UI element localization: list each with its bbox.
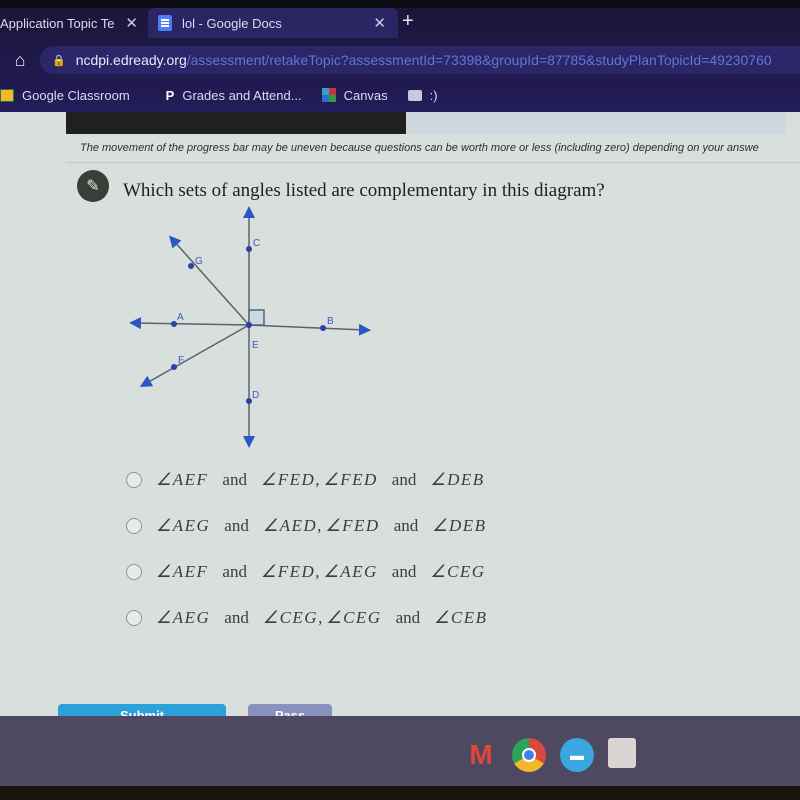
bookmark-label: Grades and Attend... (182, 87, 302, 103)
point-f (171, 364, 177, 370)
angle: ∠CEB (434, 608, 488, 627)
bookmark-google-classroom[interactable]: Google Classroom (0, 88, 130, 103)
angle: ∠AEG (156, 608, 211, 627)
angle: ∠FED (323, 470, 378, 489)
angle: ∠DEB (430, 470, 485, 489)
gmail-icon[interactable]: M (464, 738, 498, 772)
point-e (246, 322, 252, 328)
folder-icon (407, 89, 422, 101)
tab-application-topic[interactable]: Application Topic Te ✕ (0, 8, 150, 38)
chrome-icon[interactable] (512, 738, 546, 772)
angle: ∠AED (262, 516, 318, 535)
angle: ∠FED (260, 562, 316, 581)
label-e: E (252, 340, 259, 351)
question-text: Which sets of angles listed are compleme… (123, 180, 605, 201)
answer-choices: ∠AEF and ∠FED , ∠FED and ∠DEB ∠AEG and ∠… (126, 457, 488, 641)
powerschool-icon: P (165, 87, 175, 103)
address-row: ⌂ 🔒 ncdpi.edready.org /assessment/retake… (0, 44, 800, 76)
and-word: and (224, 608, 249, 627)
comma: , (317, 516, 322, 535)
classroom-icon (0, 88, 14, 102)
radio-button[interactable] (126, 518, 142, 534)
close-tab-icon[interactable]: ✕ (373, 14, 386, 32)
angle: ∠CEG (326, 608, 382, 627)
angle: ∠CEG (430, 562, 486, 581)
and-word: and (222, 470, 247, 489)
radio-button[interactable] (126, 472, 142, 488)
answer-choice[interactable]: ∠AEF and ∠FED , ∠FED and ∠DEB (126, 457, 488, 503)
label-d: D (252, 390, 259, 401)
ray-ea (129, 317, 250, 330)
canvas-icon (321, 88, 336, 102)
label-c: C (253, 238, 260, 249)
point-b (320, 325, 326, 331)
answer-choice[interactable]: ∠AEG and ∠AED , ∠FED and ∠DEB (126, 503, 488, 549)
radio-button[interactable] (126, 564, 142, 580)
progress-bar (66, 112, 406, 134)
angle: ∠AEF (156, 470, 209, 489)
tab-title: lol - Google Docs (182, 15, 282, 31)
answer-choice[interactable]: ∠AEG and ∠CEG , ∠CEG and ∠CEB (126, 595, 488, 641)
and-word: and (222, 562, 247, 581)
label-g: G (195, 256, 203, 267)
pencil-icon: ✎ (77, 170, 109, 202)
url-host: ncdpi.edready.org (75, 52, 187, 68)
url-path: /assessment/retakeTopic?assessmentId=733… (186, 52, 772, 68)
bookmarks-bar: Google Classroom P Grades and Attend... … (0, 82, 800, 108)
bookmark-label: Canvas (343, 87, 388, 103)
and-word: and (224, 516, 249, 535)
radio-button[interactable] (126, 610, 142, 626)
progress-bar-remaining (406, 112, 786, 134)
point-g (188, 263, 194, 269)
screen-bezel-bottom (0, 786, 800, 800)
google-docs-icon (158, 15, 172, 31)
bookmark-label: :) (429, 87, 438, 103)
chromeos-shelf: M ▬ (0, 716, 800, 786)
comma: , (315, 562, 320, 581)
progress-notice: The movement of the progress bar may be … (80, 142, 759, 154)
label-f: F (178, 355, 184, 366)
answer-choice[interactable]: ∠AEF and ∠FED , ∠AEG and ∠CEG (126, 549, 488, 595)
ray-eb (248, 323, 371, 336)
bookmark-folder[interactable]: :) (407, 87, 438, 103)
angle: ∠CEG (262, 608, 319, 627)
divider (66, 162, 800, 163)
launcher-icon[interactable] (608, 738, 636, 768)
comma: , (315, 470, 320, 489)
bookmark-label: Google Classroom (22, 87, 130, 103)
and-word: and (395, 608, 421, 627)
home-icon[interactable]: ⌂ (0, 50, 40, 71)
screen-bezel (0, 0, 800, 8)
ray-eg (169, 235, 250, 326)
angle: ∠AEG (156, 516, 211, 535)
comma: , (318, 608, 323, 627)
browser-chrome: Application Topic Te ✕ lol - Google Docs… (0, 0, 800, 112)
angle-diagram: C G A B E F D (129, 206, 371, 448)
label-b: B (327, 316, 334, 327)
and-word: and (391, 470, 417, 489)
point-c (246, 246, 252, 252)
bookmark-canvas[interactable]: Canvas (321, 87, 388, 103)
lock-icon: 🔒 (52, 54, 66, 67)
and-word: and (391, 562, 417, 581)
tab-title: Application Topic Te (0, 15, 115, 31)
and-word: and (393, 516, 419, 535)
angle: ∠AEG (323, 562, 378, 581)
right-angle-marker (248, 309, 265, 326)
new-tab-button[interactable]: + (402, 10, 414, 33)
close-tab-icon[interactable]: ✕ (125, 14, 138, 32)
tab-google-docs[interactable]: lol - Google Docs ✕ (148, 8, 398, 38)
angle: ∠DEB (432, 516, 487, 535)
angle: ∠AEF (156, 562, 209, 581)
label-a: A (177, 312, 184, 323)
url-bar[interactable]: 🔒 ncdpi.edready.org /assessment/retakeTo… (40, 46, 800, 74)
angle: ∠FED (325, 516, 380, 535)
angle: ∠FED (260, 470, 316, 489)
bookmark-grades[interactable]: P Grades and Attend... (150, 88, 302, 103)
files-icon[interactable]: ▬ (560, 738, 594, 772)
ray-ef (139, 324, 250, 387)
assessment-page: The movement of the progress bar may be … (0, 112, 800, 724)
